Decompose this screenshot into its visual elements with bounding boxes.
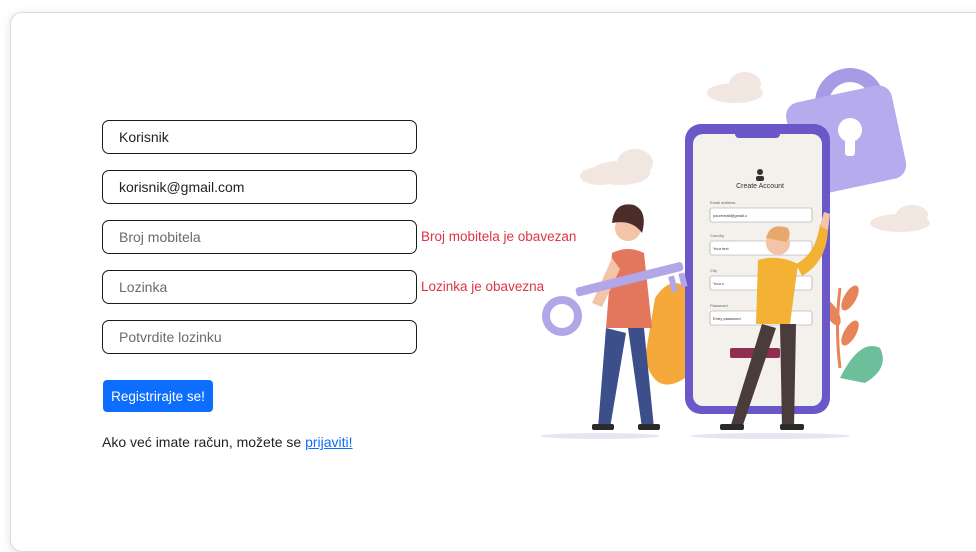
login-prompt-text: Ako već imate račun, možete se xyxy=(102,434,306,450)
woman-figure xyxy=(592,204,660,430)
svg-text:Entry password: Entry password xyxy=(713,316,741,321)
register-button[interactable]: Registrirajte se! xyxy=(103,380,213,412)
svg-text:Create Account: Create Account xyxy=(736,183,784,190)
svg-text:youremail@gmail.c: youremail@gmail.c xyxy=(713,213,747,218)
password-field[interactable] xyxy=(102,270,417,304)
login-prompt: Ako već imate račun, možete se prijaviti… xyxy=(102,434,353,450)
svg-text:Email address: Email address xyxy=(710,200,735,205)
confirm-password-field[interactable] xyxy=(102,320,417,354)
phone-field[interactable] xyxy=(102,220,417,254)
signup-illustration: Create Account Email address youremail@g… xyxy=(540,68,930,439)
email-field[interactable] xyxy=(102,170,417,204)
svg-text:Your c: Your c xyxy=(713,281,724,286)
svg-text:Password: Password xyxy=(710,303,728,308)
svg-text:City: City xyxy=(710,268,717,273)
svg-text:Country: Country xyxy=(710,233,724,238)
password-error: Lozinka je obavezna xyxy=(421,279,545,294)
svg-text:Your text: Your text xyxy=(713,246,730,251)
login-link[interactable]: prijaviti! xyxy=(305,434,352,450)
username-field[interactable] xyxy=(102,120,417,154)
